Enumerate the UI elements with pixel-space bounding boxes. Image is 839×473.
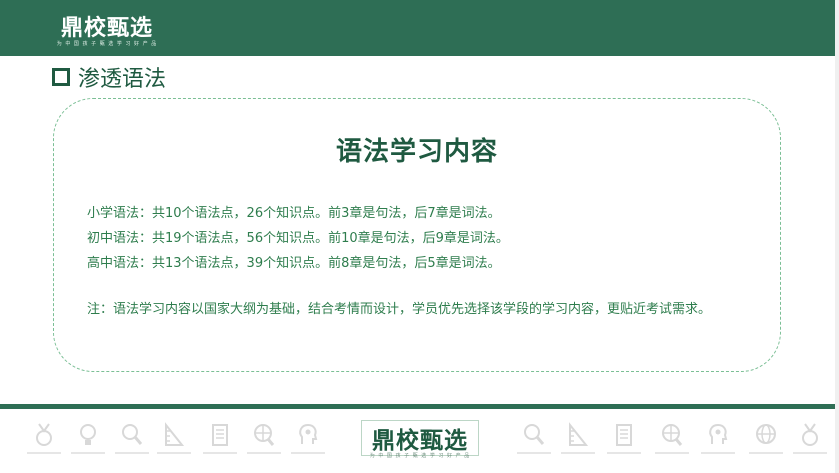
card-title: 语法学习内容: [335, 137, 498, 167]
senior-high-grammar-line: 高中语法：共13个语法点，39个知识点。前8章是句法，后5章是词法。: [87, 256, 501, 271]
square-bullet-icon: [52, 68, 70, 86]
content-card: 语法学习内容 小学语法：共10个语法点，26个知识点。前3章是句法，后7章是词法…: [53, 98, 781, 372]
magnifier-icon: [115, 422, 149, 454]
footer-logo-text: 鼎校甄选: [361, 420, 479, 456]
magnifier-icon: [517, 422, 551, 454]
ruler-icon: [561, 422, 595, 454]
note-line: 注：语法学习内容以国家大纲为基础，结合考情而设计，学员优先选择该学段的学习内容，…: [87, 302, 712, 317]
globe-search-icon: [247, 422, 281, 454]
head-idea-icon: [701, 422, 735, 454]
footer-logo: 鼎校甄选 为 中 国 孩 子 甄 选 学 习 好 产 品: [361, 420, 479, 460]
junior-high-grammar-line: 初中语法：共19个语法点，56个知识点。前10章是句法，后9章是词法。: [87, 231, 509, 246]
book-icon: [607, 422, 641, 454]
brand-logo-slogan: 为 中 国 孩 子 甄 选 学 习 好 产 品: [56, 41, 158, 47]
book-icon: [203, 422, 237, 454]
medal-icon: [793, 422, 827, 454]
globe-icon: [749, 422, 783, 454]
globe-search-icon: [655, 422, 689, 454]
ruler-icon: [157, 422, 191, 454]
footer-logo-slogan: 为 中 国 孩 子 甄 选 学 习 好 产 品: [369, 453, 471, 459]
primary-school-grammar-line: 小学语法：共10个语法点，26个知识点。前3章是句法，后7章是词法。: [87, 206, 501, 221]
slide-edge: [835, 0, 839, 473]
medal-icon: [27, 422, 61, 454]
brand-logo-text: 鼎校甄选: [60, 15, 153, 41]
footer-divider: [0, 404, 839, 409]
head-idea-icon: [291, 422, 325, 454]
lightbulb-icon: [71, 422, 105, 454]
section-title: 渗透语法: [78, 67, 167, 92]
brand-logo: 鼎校甄选 为 中 国 孩 子 甄 选 学 习 好 产 品: [52, 10, 162, 50]
